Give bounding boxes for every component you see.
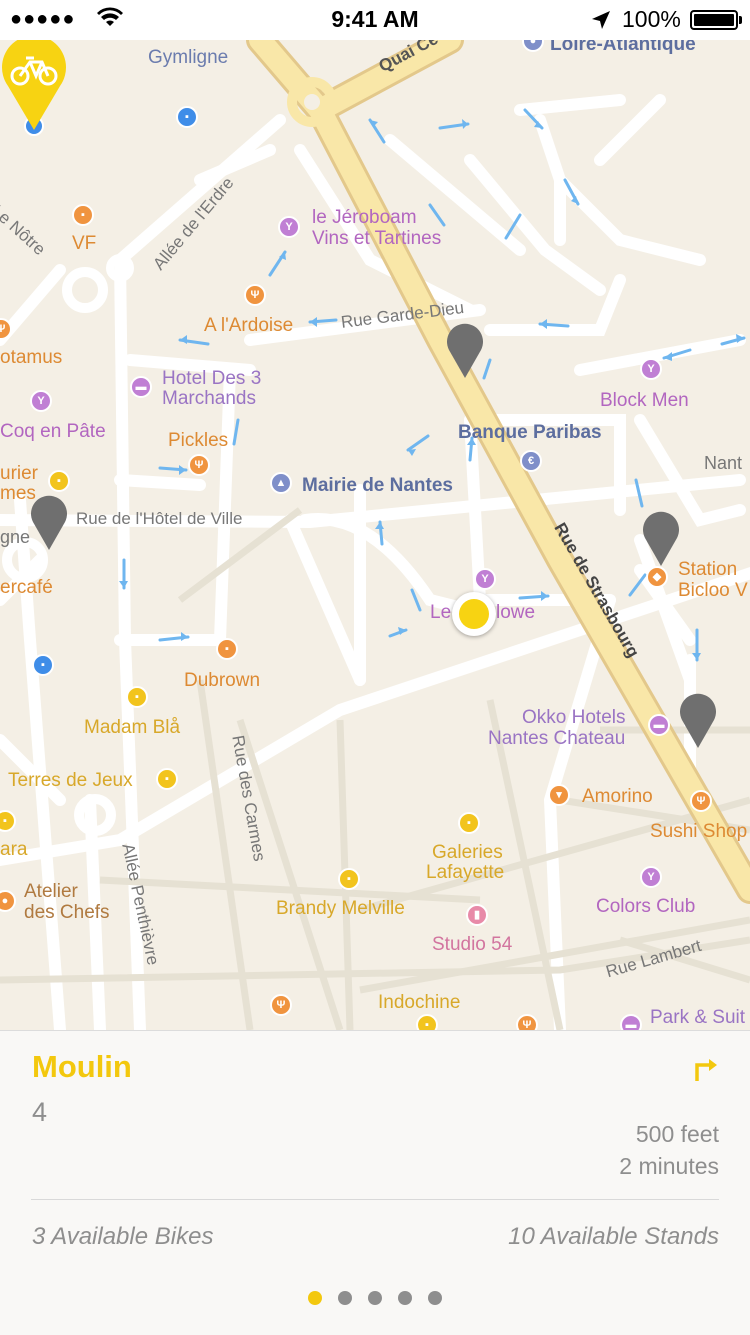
place-label: Gymligne [148,47,229,68]
station-name: Moulin [32,1049,132,1084]
street-label: Rue de l'Hôtel de Ville [76,509,243,528]
station-detail-panel[interactable]: Moulin 4 500 feet 2 minutes 3 Available … [0,1030,750,1335]
place-label: Sushi Shop [650,821,748,842]
grocery-icon[interactable]: ▪ [126,686,148,708]
shopping-icon[interactable]: ▪ [72,204,94,226]
place-label: Colors Club [596,896,696,917]
place-label: Okko Hotels [522,707,626,728]
place-label: ara [0,839,28,860]
transit-icon[interactable]: ▪ [32,654,54,676]
page-dot[interactable] [338,1291,352,1305]
restaurant-icon[interactable]: Ψ [516,1014,538,1030]
place-label: Pickles [168,430,229,451]
building-icon[interactable]: ▮ [466,904,488,926]
place-label: Brandy Melville [276,898,405,919]
restaurant-icon[interactable]: Ψ [690,790,712,812]
place-label: Station [678,559,738,580]
page-control[interactable] [0,1291,750,1305]
place-label: Galeries [432,842,503,863]
place-label: des Chefs [24,902,110,923]
station-pin[interactable] [676,688,720,748]
page-dot[interactable] [398,1291,412,1305]
place-label: le Jéroboam [312,207,417,228]
place-label: Studio 54 [432,934,513,955]
battery-tip [739,16,742,24]
battery-icon [690,10,738,30]
place-label: Marchands [162,388,256,409]
place-label: Nantes Chateau [488,728,626,749]
nightlife-icon[interactable]: Y [640,866,662,888]
nightlife-icon[interactable]: Y [474,568,496,590]
bank-icon[interactable]: € [520,450,542,472]
selected-station-pin[interactable] [0,40,68,136]
place-label: Block Men [600,390,689,411]
place-label: Coq en Pâte [0,421,106,442]
place-label: Vins et Tartines [312,228,442,249]
ice-cream-icon[interactable]: ▾ [548,784,570,806]
available-stands: 10 Available Stands [508,1223,719,1250]
cafe-icon[interactable]: ▪ [216,638,238,660]
place-label: Bicloo V [678,580,748,601]
place-label: lowe [496,602,536,623]
hotel-icon[interactable]: ▬ [648,714,670,736]
distance-label: 500 feet [635,1121,719,1147]
place-label: otamus [0,347,63,368]
store-icon[interactable]: ▪ [338,868,360,890]
place-label: Loire-Atlantique [550,40,696,55]
nightlife-icon[interactable]: Y [30,390,52,412]
place-label: Amorino [582,786,653,807]
station-number: 4 [32,1097,48,1127]
place-label: A l'Ardoise [204,315,294,336]
place-label: Hotel Des 3 [162,368,262,389]
divider [31,1199,719,1200]
station-pin[interactable] [639,506,683,566]
place-label: Park & Suit [650,1007,746,1028]
available-bikes: 3 Available Bikes [32,1223,214,1250]
station-pin[interactable] [443,318,487,378]
place-label: Banque Paribas [458,422,602,443]
battery-percentage: 100% [622,6,681,32]
place-label: Le [430,602,452,623]
status-bar: ●●●●● 9:41 AM 100% [0,0,750,40]
city-hall-icon[interactable]: ▲ [270,472,292,494]
transit-icon[interactable]: ▪ [176,106,198,128]
map-roads [0,40,750,1030]
place-label: Terres de Jeux [8,770,133,791]
nightlife-icon[interactable]: Y [640,358,662,380]
page-dot-active[interactable] [308,1291,322,1305]
current-location-dot [452,592,496,636]
location-arrow-icon [592,11,610,29]
page-dot[interactable] [428,1291,442,1305]
place-label: Lafayette [426,862,505,883]
place-label: gne [0,527,31,547]
duration-label: 2 minutes [619,1153,719,1179]
map-view[interactable]: ▪ ● ▪ Y Ψ Ψ ▬ Y Ψ Y € ▲ ▪ ◆ Y ▪ ▪ ▪ ▬ ▪ … [0,40,750,1030]
place-label: Indochine [378,992,461,1013]
place-label: VF [72,233,97,254]
place-label: Dubrown [184,670,261,691]
place-label: Atelier [24,881,78,902]
station-pin[interactable] [27,490,71,550]
store-icon[interactable]: ▪ [156,768,178,790]
bakery-icon[interactable]: ◆ [646,566,668,588]
restaurant-icon[interactable]: Ψ [270,994,292,1016]
place-label: Madam Blå [84,717,181,738]
page-dot[interactable] [368,1291,382,1305]
restaurant-icon[interactable]: Ψ [188,454,210,476]
store-icon[interactable]: ▪ [48,470,70,492]
restaurant-icon[interactable]: Ψ [244,284,266,306]
place-label: urier [0,463,39,484]
directions-turn-icon[interactable] [692,1055,720,1083]
hotel-icon[interactable]: ▬ [620,1014,642,1030]
place-label: Nant [704,453,743,473]
grocery-icon[interactable]: ▪ [416,1014,438,1030]
store-icon[interactable]: ▪ [458,812,480,834]
place-label: ercafé [0,577,53,598]
place-label: Mairie de Nantes [302,475,453,496]
hotel-icon[interactable]: ▬ [130,376,152,398]
nightlife-icon[interactable]: Y [278,216,300,238]
